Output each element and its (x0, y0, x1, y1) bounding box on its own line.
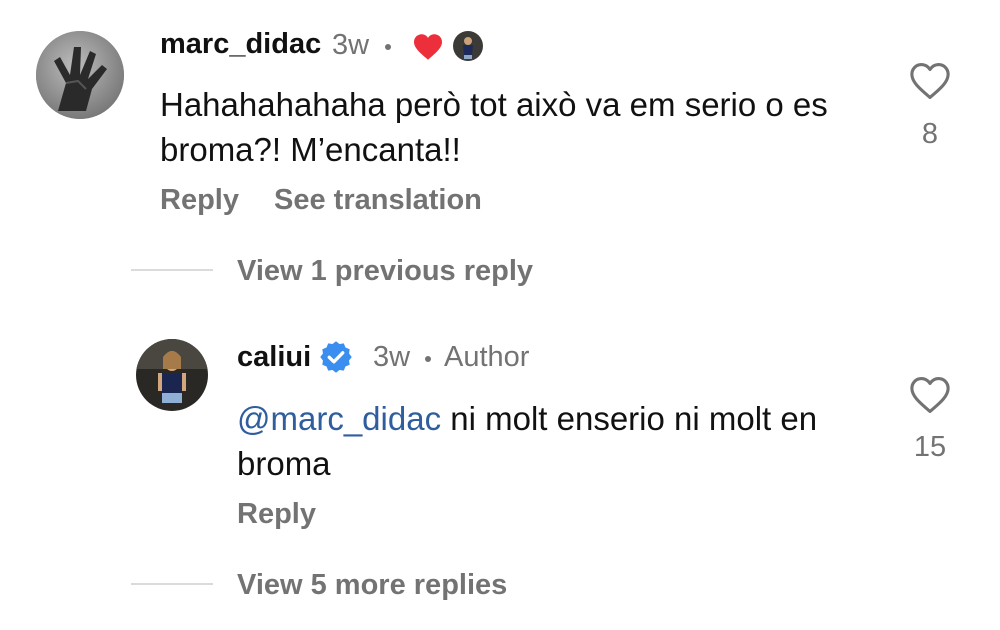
avatar[interactable] (36, 31, 124, 119)
liked-by-author-heart-icon (412, 33, 444, 66)
separator-dot (425, 356, 431, 362)
see-translation-button[interactable]: See translation (274, 186, 482, 215)
mention-link[interactable]: @marc_didac (237, 400, 441, 437)
reply-text: @marc_didac ni molt enserio ni molt en b… (237, 396, 877, 486)
comment-username[interactable]: marc_didac (160, 30, 321, 59)
author-badge: Author (444, 341, 530, 373)
avatar-hand-image (36, 31, 124, 119)
reply-username[interactable]: caliui (237, 343, 311, 372)
reply-button[interactable]: Reply (237, 500, 316, 529)
reply-button[interactable]: Reply (160, 186, 239, 215)
separator-dot (385, 44, 391, 50)
view-previous-replies-button[interactable]: View 1 previous reply (237, 257, 533, 286)
reply-avatar-image (136, 339, 208, 411)
comment-age: 3w (332, 29, 370, 61)
reply-avatar[interactable] (136, 339, 208, 411)
author-mini-avatar (453, 31, 483, 61)
like-count: 15 (913, 431, 947, 463)
thread-divider (131, 269, 213, 271)
verified-badge-icon (318, 339, 354, 380)
comments-section: marc_didac 3w Hahahahahaha però tot això… (0, 0, 1000, 630)
like-heart-icon[interactable] (909, 376, 951, 419)
reply-age: 3w (373, 341, 411, 373)
like-heart-icon[interactable] (909, 62, 951, 105)
view-more-replies-button[interactable]: View 5 more replies (237, 571, 507, 600)
comment-text: Hahahahahaha però tot això va em serio o… (160, 86, 828, 168)
thread-divider (131, 583, 213, 585)
like-count: 8 (921, 118, 939, 150)
